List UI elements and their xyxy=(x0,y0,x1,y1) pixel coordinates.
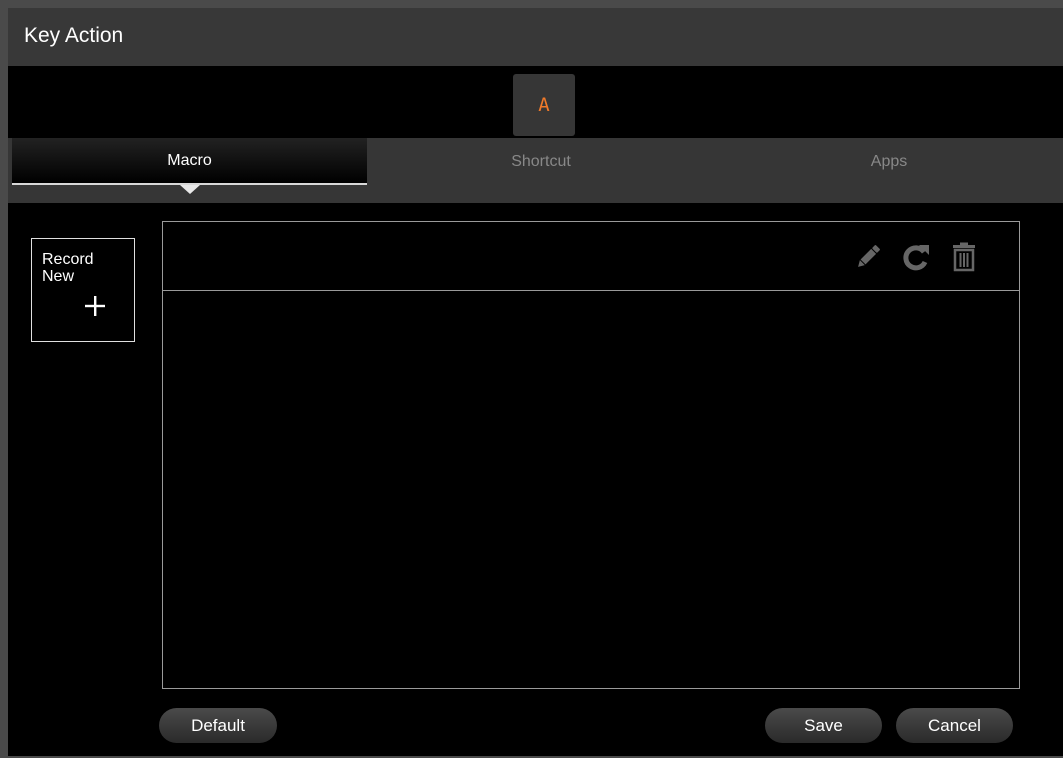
record-new-button[interactable]: Record New xyxy=(31,238,135,342)
default-button-label: Default xyxy=(191,715,245,735)
save-button-label: Save xyxy=(804,715,843,735)
redo-icon[interactable] xyxy=(901,242,931,272)
tab-apps[interactable]: Apps xyxy=(715,138,1063,185)
macro-toolbar xyxy=(163,222,1019,291)
active-tab-indicator xyxy=(180,185,200,194)
tab-apps-label: Apps xyxy=(870,152,908,170)
tab-shortcut-label: Shortcut xyxy=(511,152,571,170)
tab-shortcut[interactable]: Shortcut xyxy=(367,138,715,185)
plus-icon xyxy=(85,296,105,316)
save-button[interactable]: Save xyxy=(765,708,882,743)
key-action-dialog: Key Action A Macro Shortcut Apps Record … xyxy=(0,0,1063,758)
tab-bar: Macro Shortcut Apps xyxy=(8,138,1063,203)
selected-key: A xyxy=(513,74,575,136)
dialog-title: Key Action xyxy=(24,24,124,47)
macro-list-panel xyxy=(162,221,1020,689)
default-button[interactable]: Default xyxy=(159,708,277,743)
title-bar: Key Action xyxy=(8,8,1063,66)
selected-key-label: A xyxy=(538,94,550,116)
record-new-label: Record New xyxy=(42,251,94,285)
cancel-button-label: Cancel xyxy=(928,715,981,735)
tab-macro-label: Macro xyxy=(167,151,212,169)
cancel-button[interactable]: Cancel xyxy=(896,708,1013,743)
edit-pencil-icon[interactable] xyxy=(853,242,883,272)
trash-icon[interactable] xyxy=(949,242,979,272)
tab-macro[interactable]: Macro xyxy=(12,138,367,185)
